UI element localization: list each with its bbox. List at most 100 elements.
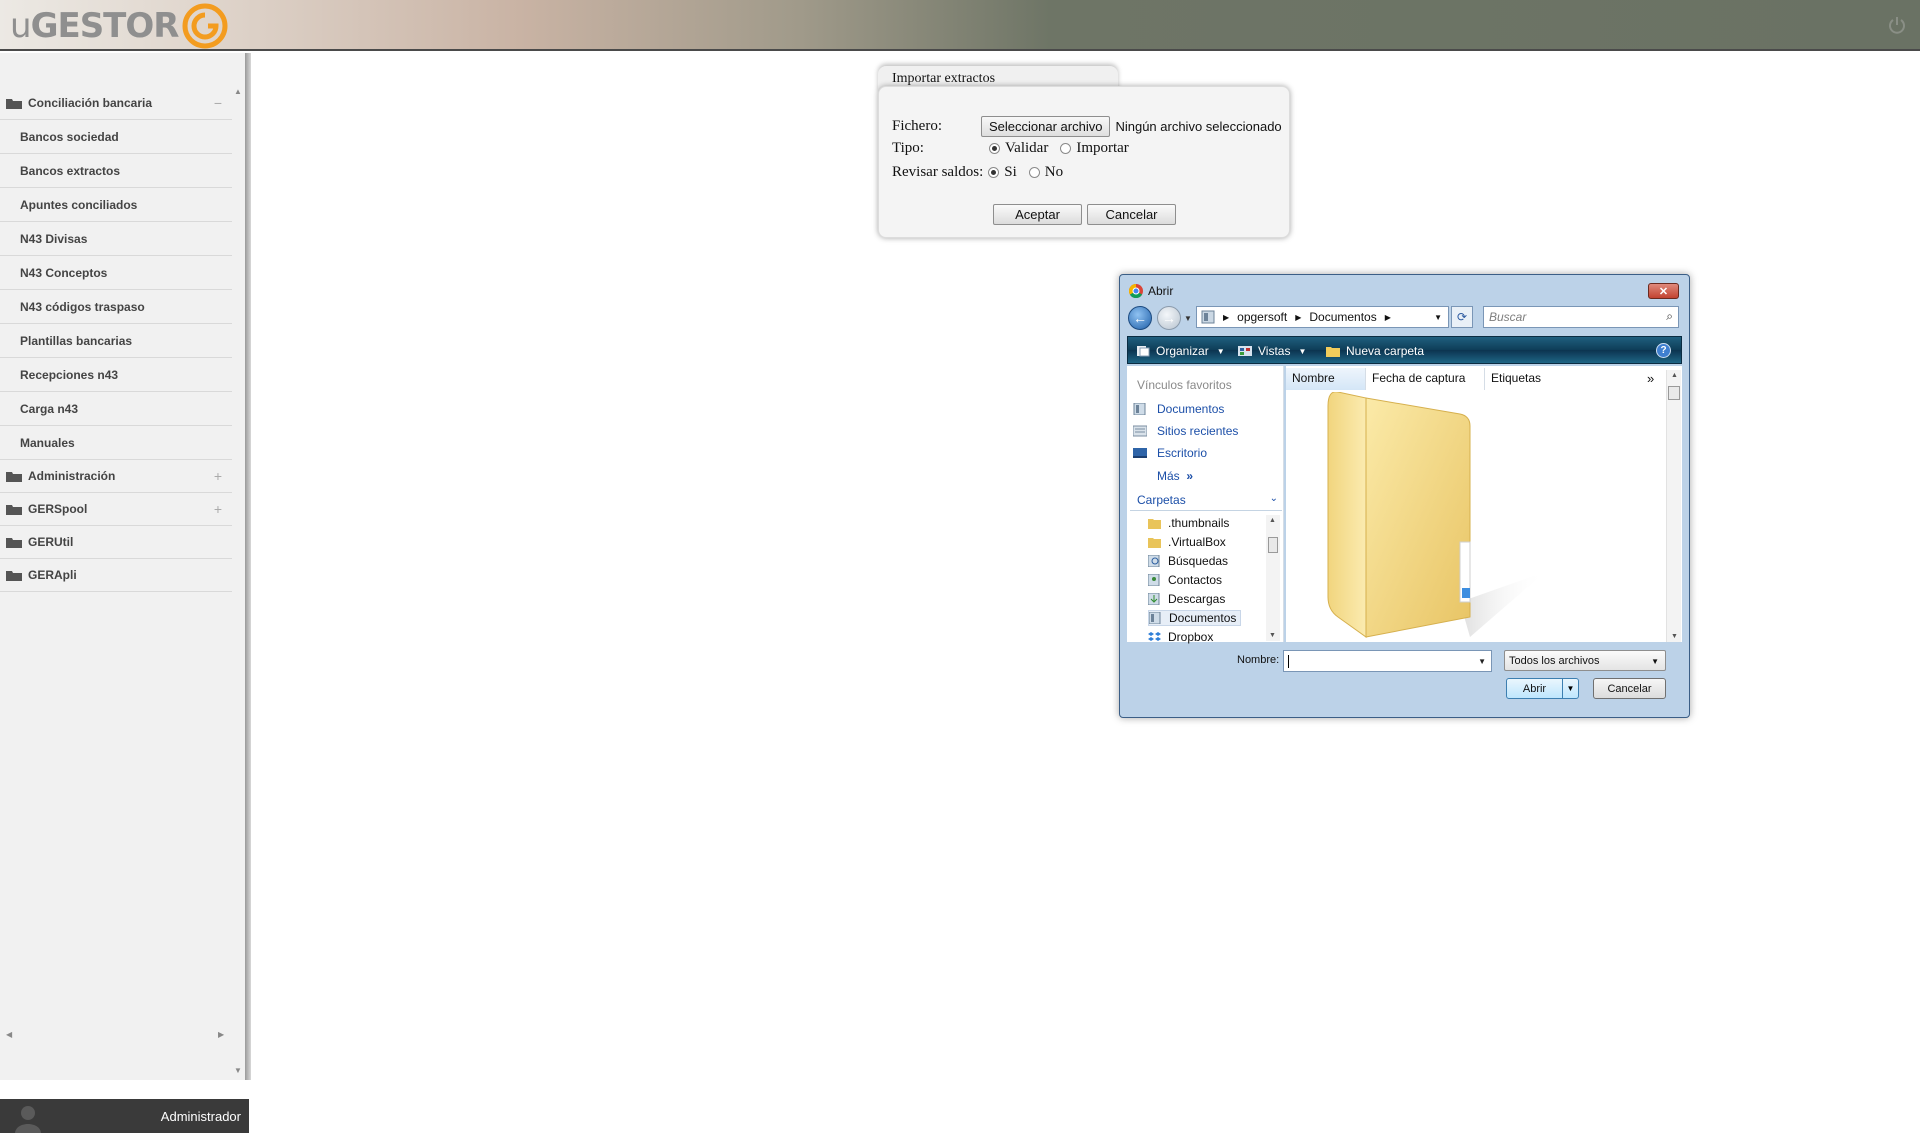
scroll-up-icon[interactable]: ▲ xyxy=(1671,372,1678,379)
scroll-up-icon[interactable]: ▲ xyxy=(1269,517,1276,524)
sidebar-group-conciliacion[interactable]: Conciliación bancaria − xyxy=(0,87,232,120)
scroll-up-icon[interactable]: ▲ xyxy=(234,87,242,96)
sidebar-item-carga-n43[interactable]: Carga n43 xyxy=(0,392,232,426)
folder-tree-scrollbar[interactable]: ▲ ▼ xyxy=(1266,515,1280,641)
tipo-label: Tipo: xyxy=(892,140,924,156)
folders-header[interactable]: Carpetas ⌄ xyxy=(1130,493,1282,511)
search-icon[interactable]: ⌕ xyxy=(1666,309,1673,324)
expand-icon[interactable]: + xyxy=(214,468,222,484)
scroll-down-icon[interactable]: ▼ xyxy=(1671,633,1678,640)
filename-label: Nombre: xyxy=(1237,654,1280,666)
filetype-select[interactable]: Todos los archivos ▼ xyxy=(1504,650,1666,671)
folder-icon xyxy=(6,537,22,548)
filename-input[interactable]: ▼ xyxy=(1283,650,1492,672)
sidebar-group-gerutil[interactable]: GERUtil xyxy=(0,526,232,559)
contacts-icon xyxy=(1148,574,1160,586)
import-dialog-title: Importar extractos xyxy=(892,71,996,86)
sidebar-group-gerapli[interactable]: GERApli xyxy=(0,559,232,592)
new-folder-button[interactable]: Nueva carpeta xyxy=(1326,344,1424,358)
import-dialog xyxy=(878,86,1290,238)
favorite-sitios-recientes[interactable]: Sitios recientes xyxy=(1157,424,1238,438)
folder-thumbnails[interactable]: .thumbnails xyxy=(1148,516,1229,530)
expand-icon[interactable]: + xyxy=(214,501,222,517)
library-icon xyxy=(1201,310,1215,324)
column-nombre[interactable]: Nombre xyxy=(1286,368,1366,390)
sidebar-group-administracion[interactable]: Administración + xyxy=(0,460,232,493)
sidebar: Conciliación bancaria − Bancos sociedad … xyxy=(0,53,249,1133)
importar-radio[interactable] xyxy=(1060,143,1072,154)
scroll-thumb[interactable] xyxy=(1668,386,1680,400)
accept-button[interactable]: Aceptar xyxy=(993,204,1082,225)
cancel-button[interactable]: Cancelar xyxy=(1087,204,1176,225)
scroll-right-icon[interactable]: ▶ xyxy=(218,1030,224,1039)
sidebar-item-recepciones-n43[interactable]: Recepciones n43 xyxy=(0,358,232,392)
scroll-thumb[interactable] xyxy=(1268,537,1278,553)
sidebar-menu: Conciliación bancaria − Bancos sociedad … xyxy=(0,87,232,592)
sidebar-item-n43-divisas[interactable]: N43 Divisas xyxy=(0,222,232,256)
history-dropdown-icon[interactable]: ▼ xyxy=(1184,314,1192,323)
folder-dropbox[interactable]: Dropbox xyxy=(1148,630,1213,644)
sidebar-scrollbar[interactable]: ▲ ▼ xyxy=(233,87,243,1075)
power-icon[interactable] xyxy=(1888,16,1906,34)
app-logo[interactable]: uGESTOR xyxy=(10,3,228,49)
forward-arrow-icon[interactable]: → xyxy=(1157,306,1181,330)
validar-radio[interactable] xyxy=(989,143,1000,154)
column-etiquetas[interactable]: Etiquetas xyxy=(1485,368,1565,390)
sidebar-item-bancos-sociedad[interactable]: Bancos sociedad xyxy=(0,120,232,154)
file-list-scrollbar[interactable]: ▲ ▼ xyxy=(1666,370,1681,642)
app-header: uGESTOR xyxy=(0,0,1920,51)
folder-contactos[interactable]: Contactos xyxy=(1148,573,1222,587)
no-radio[interactable] xyxy=(1028,167,1040,178)
breadcrumb-documentos[interactable]: Documentos xyxy=(1309,310,1376,324)
sidebar-item-manuales[interactable]: Manuales xyxy=(0,426,232,460)
help-icon[interactable]: ? xyxy=(1656,343,1671,358)
new-folder-icon xyxy=(1326,347,1340,357)
folder-icon xyxy=(6,98,22,109)
back-arrow-icon[interactable]: ← xyxy=(1128,306,1152,330)
organize-button[interactable]: Organizar ▼ xyxy=(1136,344,1225,358)
sidebar-item-bancos-extractos[interactable]: Bancos extractos xyxy=(0,154,232,188)
sidebar-item-n43-conceptos[interactable]: N43 Conceptos xyxy=(0,256,232,290)
collapse-icon[interactable]: − xyxy=(214,95,222,111)
column-fecha-captura[interactable]: Fecha de captura xyxy=(1366,368,1485,390)
search-input[interactable]: Buscar ⌕ xyxy=(1483,306,1679,328)
text-caret xyxy=(1288,655,1289,668)
folder-large-icon[interactable] xyxy=(1310,392,1550,642)
breadcrumb-opgersoft[interactable]: opgersoft xyxy=(1237,310,1287,324)
open-options-dropdown-icon[interactable]: ▼ xyxy=(1562,678,1578,699)
more-favorites[interactable]: Más » xyxy=(1157,469,1193,483)
dialog-cancel-button[interactable]: Cancelar xyxy=(1593,678,1666,699)
favorite-escritorio[interactable]: Escritorio xyxy=(1157,446,1207,460)
search-folder-icon xyxy=(1148,555,1160,567)
scroll-down-icon[interactable]: ▼ xyxy=(234,1066,242,1075)
address-dropdown-icon[interactable]: ▼ xyxy=(1434,313,1442,322)
tipo-row: Tipo: Validar Importar xyxy=(892,140,1129,157)
avatar-icon[interactable] xyxy=(14,1103,42,1133)
favorite-documentos[interactable]: Documentos xyxy=(1157,402,1224,416)
views-button[interactable]: Vistas ▼ xyxy=(1238,344,1306,358)
sidebar-group-gerspool[interactable]: GERSpool + xyxy=(0,493,232,526)
si-radio[interactable] xyxy=(988,167,1000,178)
scroll-down-icon[interactable]: ▼ xyxy=(1269,632,1276,639)
chevron-down-icon[interactable]: ⌄ xyxy=(1270,493,1278,504)
sidebar-group-label: Administración xyxy=(28,469,116,483)
refresh-icon[interactable]: ⟳ xyxy=(1451,306,1473,328)
sidebar-item-apuntes-conciliados[interactable]: Apuntes conciliados xyxy=(0,188,232,222)
folder-virtualbox[interactable]: .VirtualBox xyxy=(1148,535,1226,549)
desktop-icon xyxy=(1133,448,1147,458)
close-icon[interactable]: ✕ xyxy=(1648,283,1679,299)
filename-dropdown-icon[interactable]: ▼ xyxy=(1478,657,1486,666)
folder-documentos[interactable]: Documentos xyxy=(1148,610,1242,626)
sidebar-item-plantillas-bancarias[interactable]: Plantillas bancarias xyxy=(0,324,232,358)
sidebar-item-n43-codigos-traspaso[interactable]: N43 códigos traspaso xyxy=(0,290,232,324)
address-bar[interactable]: ▶ opgersoft ▶ Documentos ▶ ▼ xyxy=(1196,306,1449,328)
revisar-label: Revisar saldos: xyxy=(892,164,984,180)
chrome-icon xyxy=(1129,284,1143,298)
user-name[interactable]: Administrador xyxy=(161,1109,241,1124)
scroll-left-icon[interactable]: ◀ xyxy=(6,1030,12,1039)
folder-busquedas[interactable]: Búsquedas xyxy=(1148,554,1228,568)
sidebar-divider xyxy=(245,53,251,1080)
folder-descargas[interactable]: Descargas xyxy=(1148,592,1225,606)
select-file-button[interactable]: Seleccionar archivo xyxy=(981,116,1111,137)
more-columns-icon[interactable]: » xyxy=(1647,371,1654,386)
